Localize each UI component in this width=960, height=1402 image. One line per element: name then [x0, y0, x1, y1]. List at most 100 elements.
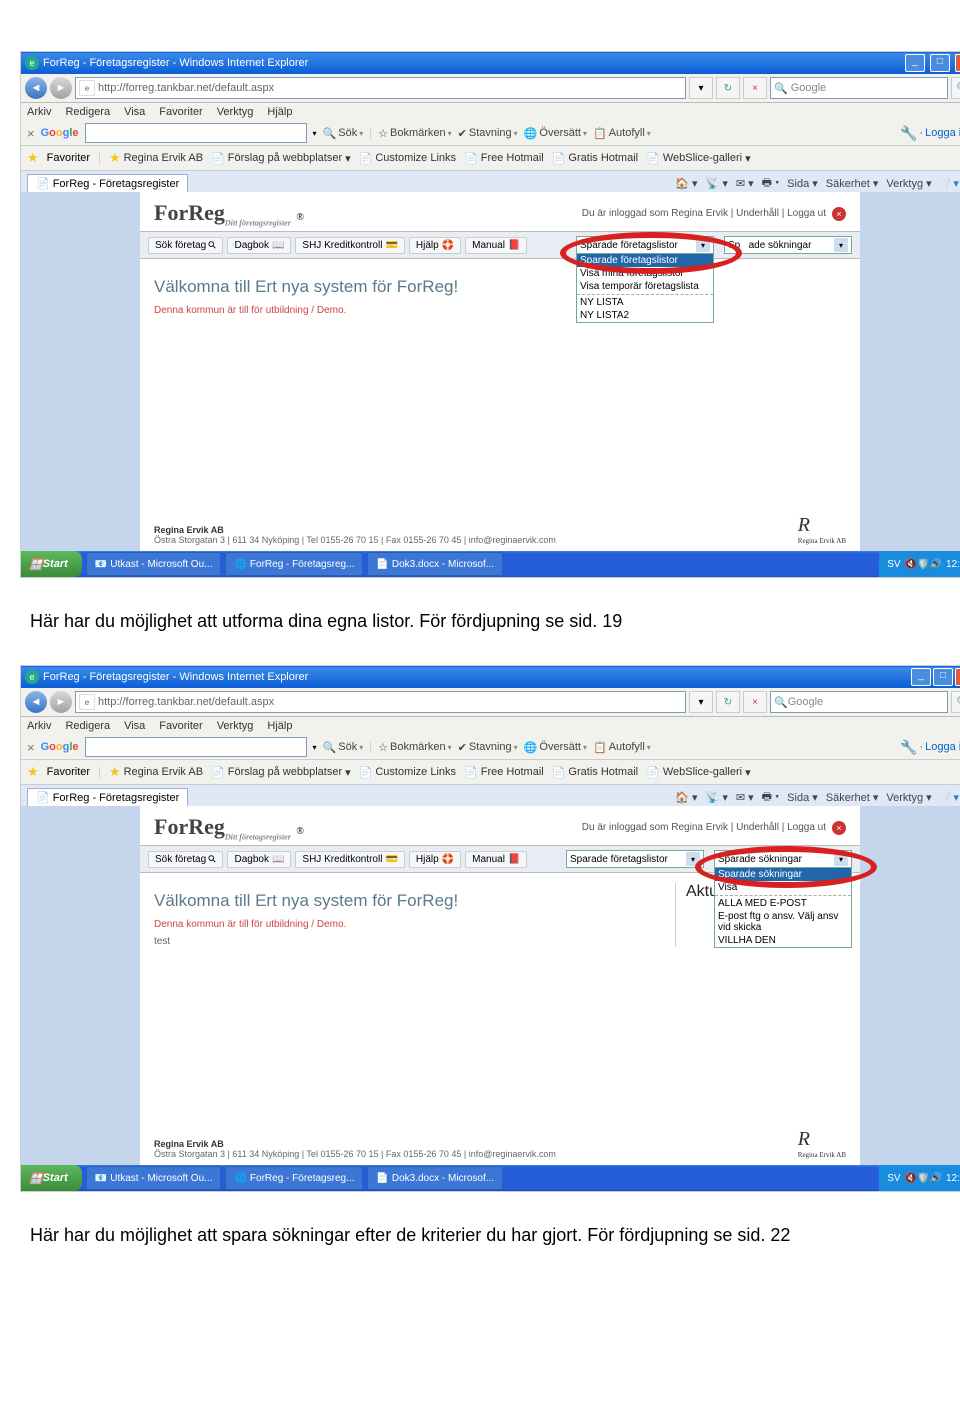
- google-bokmarken[interactable]: ☆ Bokmärken ▾: [378, 127, 452, 140]
- address-bar[interactable]: ehttp://forreg.tankbar.net/default.aspx: [75, 691, 686, 713]
- chevron-down-icon: ▾: [696, 238, 710, 252]
- close-button[interactable]: ×: [955, 668, 960, 686]
- stop-button[interactable]: ×: [743, 77, 767, 99]
- dd-item[interactable]: Visa mina företagslistor: [577, 267, 713, 280]
- google-toolbar: × Google ▾ 🔍 Sök ▾ | ☆ Bokmärken ▾ ✔ Sta…: [21, 121, 960, 146]
- maximize-button[interactable]: □: [933, 668, 953, 686]
- minimize-button[interactable]: _: [911, 668, 931, 686]
- dagbok-button[interactable]: Dagbok 📖: [227, 237, 291, 254]
- task-item-2[interactable]: 📄 Dok3.docx - Microsof...: [367, 552, 503, 576]
- feeds-icon[interactable]: 📡 ▾: [706, 177, 728, 190]
- favlink-1[interactable]: 📄Förslag på webbplatser ▾: [211, 152, 351, 165]
- dropdown-list: Sparade företagslistor Visa mina företag…: [576, 253, 714, 323]
- dropdown-foretagslistor-2[interactable]: Sparade företagslistor▾: [566, 850, 704, 868]
- manual-button[interactable]: Manual 📕: [465, 237, 527, 254]
- dd-item[interactable]: Sparade sökningar: [715, 868, 851, 881]
- start-button[interactable]: 🪟 Start: [21, 551, 82, 577]
- forward-button[interactable]: ►: [50, 691, 72, 713]
- page-content: ForRegDitt företagsregister ® Du är inlo…: [21, 192, 960, 551]
- wrench-icon[interactable]: 🔧: [900, 125, 917, 142]
- search-go-button[interactable]: 🔍: [951, 77, 960, 99]
- dd-item[interactable]: NY LISTA: [577, 296, 713, 309]
- google-sok[interactable]: 🔍 Sök ▾: [323, 127, 364, 140]
- dagbok-button[interactable]: Dagbok 📖: [227, 851, 291, 868]
- favorites-star-icon[interactable]: ★: [27, 150, 39, 166]
- shj-button[interactable]: SHJ Kreditkontroll 💳: [295, 237, 404, 254]
- screenshot-2: e ForReg - Företagsregister - Windows In…: [20, 665, 960, 1192]
- google-autofyll[interactable]: 📋 Autofyll ▾: [593, 127, 651, 140]
- test-text: test: [154, 936, 675, 947]
- sok-foretag-button[interactable]: Sök företag ⚲: [148, 237, 223, 254]
- help-icon[interactable]: ❔▾: [940, 177, 959, 190]
- close-button[interactable]: ×: [955, 54, 960, 72]
- google-search-input[interactable]: [85, 123, 307, 143]
- window-titlebar: e ForReg - Företagsregister - Windows In…: [21, 666, 960, 688]
- r-logo: RRegina Ervik AB: [798, 514, 846, 545]
- dd-item[interactable]: E-post ftg o ansv. Välj ansv vid skicka: [715, 910, 851, 934]
- google-stavning[interactable]: ✔ Stavning ▾: [458, 127, 518, 140]
- forward-button[interactable]: ►: [50, 77, 72, 99]
- caption-2: Här har du möjlighet att spara sökningar…: [30, 1222, 960, 1249]
- dropdown-button[interactable]: ▾: [689, 77, 713, 99]
- task-item-0[interactable]: 📧 Utkast - Microsoft Ou...: [86, 552, 222, 576]
- close-toolbar-icon[interactable]: ×: [27, 126, 35, 141]
- welcome-subtext: Denna kommun är till för utbildning / De…: [154, 919, 675, 930]
- hjalp-button[interactable]: Hjälp 🛟: [409, 851, 461, 868]
- system-tray: SV 🔇🛡️🔊 12:26: [879, 551, 960, 577]
- hjalp-button[interactable]: Hjälp 🛟: [409, 237, 461, 254]
- task-item-1[interactable]: 🌐 ForReg - Företagsreg...: [225, 552, 363, 576]
- manual-button[interactable]: Manual 📕: [465, 851, 527, 868]
- dd-item[interactable]: Visa temporär företagslista: [577, 280, 713, 293]
- favlink-4[interactable]: 📄Gratis Hotmail: [552, 152, 638, 165]
- menu-favoriter[interactable]: Favoriter: [159, 106, 202, 118]
- address-bar[interactable]: ehttp://forreg.tankbar.net/default.aspx: [75, 77, 686, 99]
- menu-redigera[interactable]: Redigera: [65, 106, 110, 118]
- back-button[interactable]: ◄: [25, 691, 47, 713]
- screenshot-1: e ForReg - Företagsregister - Windows In…: [20, 51, 960, 578]
- favlink-0[interactable]: ★Regina Ervik AB: [109, 150, 203, 166]
- favlink-2[interactable]: 📄Customize Links: [359, 152, 456, 165]
- favorites-label: Favoriter: [47, 152, 90, 164]
- google-logo: Google: [41, 127, 79, 139]
- google-login[interactable]: Logga in: [925, 127, 960, 139]
- dropdown-foretagslistor[interactable]: Sparade företagslistor▾ Sparade företags…: [576, 236, 714, 254]
- minimize-button[interactable]: _: [905, 54, 925, 72]
- dd-item[interactable]: NY LISTA2: [577, 309, 713, 322]
- dd-item[interactable]: ALLA MED E-POST: [715, 897, 851, 910]
- dd-item[interactable]: Visa: [715, 881, 851, 894]
- cmd-verktyg[interactable]: Verktyg ▾: [886, 177, 931, 190]
- browser-search-box[interactable]: 🔍 Google: [770, 691, 948, 713]
- shj-button[interactable]: SHJ Kreditkontroll 💳: [295, 851, 404, 868]
- maximize-button[interactable]: □: [930, 54, 950, 72]
- page-icon: e: [79, 80, 95, 96]
- menu-arkiv[interactable]: Arkiv: [27, 106, 51, 118]
- browser-tab[interactable]: 📄 ForReg - Företagsregister: [27, 174, 188, 192]
- forreg-footer: Regina Ervik AB Östra Storgatan 3 | 611 …: [154, 525, 846, 545]
- favlink-3[interactable]: 📄Free Hotmail: [464, 152, 544, 165]
- mail-icon[interactable]: ✉ ▾: [736, 177, 754, 190]
- window-buttons: _ □ ×: [903, 54, 960, 72]
- back-button[interactable]: ◄: [25, 77, 47, 99]
- navigation-bar: ◄ ► ehttp://forreg.tankbar.net/default.a…: [21, 74, 960, 103]
- command-bar: 🏠 ▾ 📡 ▾ ✉ ▾ 🖶 ▾ Sida ▾ Säkerhet ▾ Verkty…: [675, 174, 960, 193]
- refresh-button[interactable]: ↻: [716, 77, 740, 99]
- browser-search-box[interactable]: 🔍Google: [770, 77, 948, 99]
- menu-visa[interactable]: Visa: [124, 106, 145, 118]
- dd-item[interactable]: VILLHA DEN: [715, 934, 851, 947]
- search-placeholder: Google: [791, 82, 826, 94]
- forreg-header: ForRegDitt företagsregister ® Du är inlo…: [140, 192, 860, 231]
- dd-item[interactable]: Sparade företagslistor: [577, 254, 713, 267]
- dropdown-sokningar-collapsed[interactable]: Sp ade sökningar▾: [724, 236, 852, 254]
- menu-hjalp[interactable]: Hjälp: [267, 106, 292, 118]
- logout-icon[interactable]: ×: [832, 207, 846, 221]
- menu-verktyg[interactable]: Verktyg: [217, 106, 254, 118]
- home-icon[interactable]: 🏠 ▾: [675, 177, 697, 190]
- forreg-logo: ForRegDitt företagsregister ®: [154, 200, 304, 227]
- print-icon[interactable]: 🖶 ▾: [762, 174, 780, 193]
- cmd-sida[interactable]: Sida ▾: [787, 177, 818, 190]
- google-oversatt[interactable]: 🌐 Översätt ▾: [524, 127, 587, 140]
- favlink-5[interactable]: 📄WebSlice-galleri ▾: [646, 152, 751, 165]
- cmd-sakerhet[interactable]: Säkerhet ▾: [826, 177, 879, 190]
- sok-foretag-button[interactable]: Sök företag ⚲: [148, 851, 223, 868]
- dropdown-sokningar[interactable]: Sparade sökningar▾ Sparade sökningar Vis…: [714, 850, 852, 868]
